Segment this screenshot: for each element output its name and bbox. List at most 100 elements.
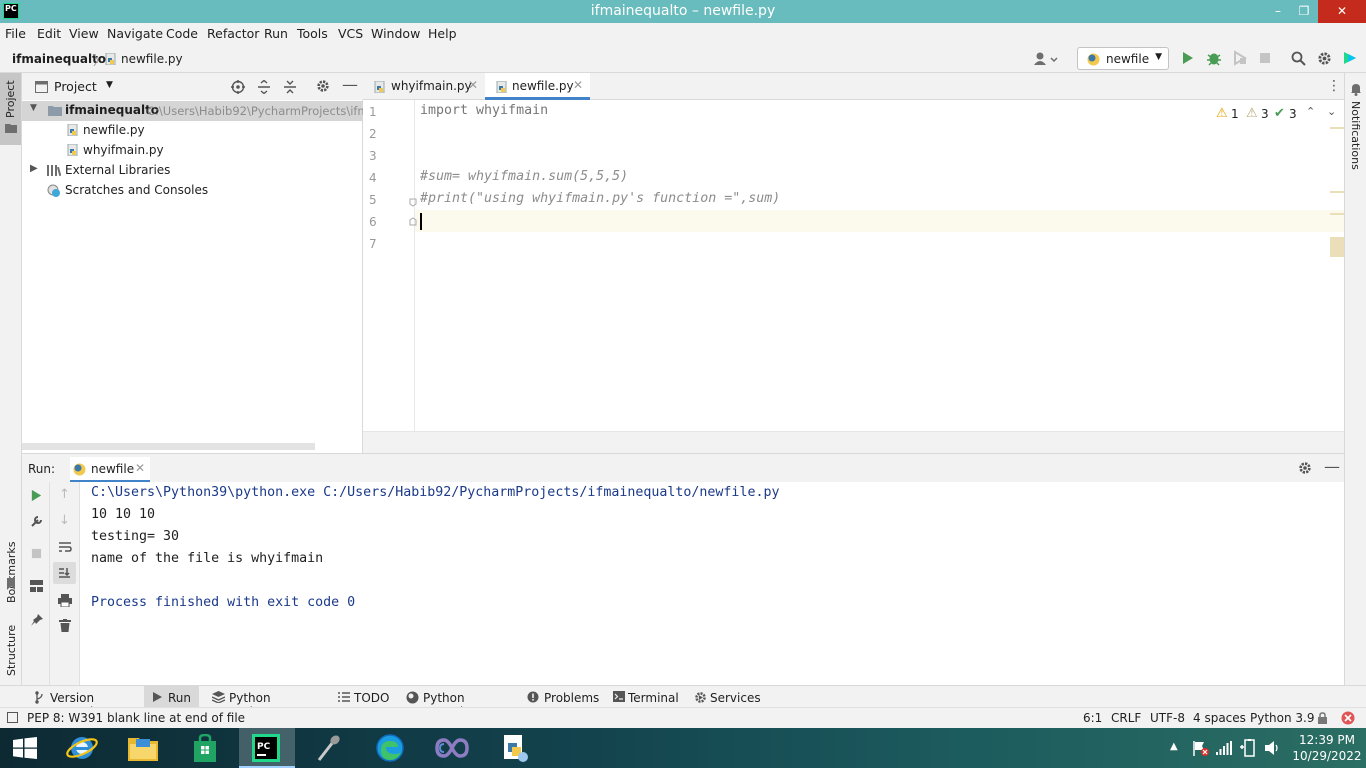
locate-file-icon[interactable] <box>231 80 245 94</box>
menu-help[interactable]: Help <box>428 26 457 41</box>
run-settings-gear-icon[interactable] <box>1298 461 1312 475</box>
caret-position[interactable]: 6:1 <box>1083 711 1102 725</box>
taskbar-store[interactable] <box>177 728 233 768</box>
breadcrumb-file[interactable]: newfile.py <box>121 52 183 66</box>
scroll-to-end-toggle[interactable] <box>53 562 76 584</box>
search-icon[interactable] <box>1291 51 1306 66</box>
panel-settings-gear-icon[interactable] <box>316 79 330 93</box>
indent-setting[interactable]: 4 spaces <box>1193 711 1246 725</box>
menu-refactor[interactable]: Refactor <box>207 26 259 41</box>
menu-navigate[interactable]: Navigate <box>107 26 163 41</box>
taskbar-pycharm[interactable]: PC <box>239 728 295 768</box>
menu-window[interactable]: Window <box>371 26 420 41</box>
scroll-up-arrow-icon[interactable]: ↑ <box>59 487 70 502</box>
taskbar-visual-studio[interactable] <box>425 728 481 768</box>
error-stripe-mark[interactable] <box>1330 127 1344 129</box>
run-icon[interactable] <box>1181 51 1195 65</box>
print-icon[interactable] <box>58 594 72 607</box>
account-icon[interactable] <box>1033 51 1059 67</box>
notifications-strip-label[interactable]: Notifications <box>1349 101 1362 170</box>
run-console-output[interactable]: C:\Users\Python39\python.exe C:/Users/Ha… <box>80 482 1344 685</box>
line-separator[interactable]: CRLF <box>1111 711 1141 725</box>
menu-code[interactable]: Code <box>166 26 198 41</box>
tool-terminal[interactable]: Terminal <box>608 686 680 708</box>
tab-whyifmain[interactable]: whyifmain.py ✕ <box>363 73 485 100</box>
file-encoding[interactable]: UTF-8 <box>1150 711 1185 725</box>
clear-trash-icon[interactable] <box>59 619 71 632</box>
run-configuration-select[interactable]: newfile ▼ <box>1077 47 1169 70</box>
close-tab-icon[interactable]: ✕ <box>468 78 478 92</box>
tree-expanded-chevron-icon[interactable]: ▼ <box>30 103 37 113</box>
tool-run[interactable]: Run <box>144 686 199 708</box>
signal-strength-icon[interactable] <box>1216 741 1232 755</box>
tool-python-console[interactable]: Python Console <box>402 686 512 719</box>
tree-external-libraries-row[interactable]: ▶ External Libraries <box>22 161 363 181</box>
menu-file[interactable]: File <box>5 26 26 41</box>
taskbar-python-installer[interactable] <box>487 728 543 768</box>
more-tabs-icon[interactable]: ⋮ <box>1327 78 1341 94</box>
lock-icon[interactable] <box>1317 712 1328 724</box>
status-panel-toggle-icon[interactable] <box>7 712 18 723</box>
battery-plugged-icon[interactable] <box>1240 739 1256 757</box>
editor[interactable]: whyifmain.py ✕ newfile.py ✕ ⋮ 1 2 3 4 5 … <box>363 73 1344 431</box>
network-flag-icon[interactable] <box>1192 740 1210 756</box>
error-stripe-mark[interactable] <box>1330 213 1344 215</box>
maximize-button[interactable]: ❐ <box>1291 0 1317 23</box>
tree-root-row[interactable]: ▼ ifmainequalto C:\Users\Habib92\Pycharm… <box>22 101 376 121</box>
tool-todo[interactable]: TODO <box>333 686 393 708</box>
menu-edit[interactable]: Edit <box>37 26 61 41</box>
settings-gear-icon[interactable] <box>1317 51 1332 66</box>
close-button[interactable]: ✕ <box>1318 0 1366 23</box>
next-highlight-icon[interactable]: ⌄ <box>1327 105 1336 118</box>
scroll-down-arrow-icon[interactable]: ↓ <box>59 513 70 528</box>
tree-collapsed-chevron-icon[interactable]: ▶ <box>30 163 38 174</box>
tree-scratches-row[interactable]: Scratches and Consoles <box>22 181 363 201</box>
previous-highlight-icon[interactable]: ⌃ <box>1306 105 1315 118</box>
tool-services[interactable]: Services <box>690 686 761 708</box>
error-stripe-mark[interactable] <box>1330 237 1344 257</box>
taskbar-internet-explorer[interactable] <box>54 728 110 768</box>
stop-icon[interactable] <box>1259 52 1271 64</box>
menu-run[interactable]: Run <box>264 26 288 41</box>
menu-tools[interactable]: Tools <box>297 26 328 41</box>
tree-file-row[interactable]: whyifmain.py <box>22 141 363 161</box>
status-message[interactable]: PEP 8: W391 blank line at end of file <box>27 711 245 725</box>
pin-icon[interactable] <box>30 613 44 627</box>
project-tool-button[interactable]: Project <box>0 73 21 145</box>
start-button[interactable] <box>0 728 50 768</box>
taskbar-clock[interactable]: 12:39 PM 10/29/2022 <box>1292 732 1362 764</box>
hide-panel-icon[interactable]: — <box>342 75 358 94</box>
minimize-button[interactable]: – <box>1265 0 1291 23</box>
collapse-all-icon[interactable] <box>283 80 297 94</box>
bookmarks-strip-label[interactable]: Bookmarks <box>5 542 18 603</box>
notifications-bell-icon[interactable] <box>1350 83 1362 96</box>
debug-icon[interactable] <box>1206 50 1222 66</box>
layout-icon[interactable] <box>30 580 43 592</box>
error-report-icon[interactable] <box>1341 711 1355 725</box>
close-tab-icon[interactable]: ✕ <box>573 78 583 92</box>
jetbrains-toolbox-icon[interactable] <box>1342 50 1358 66</box>
taskbar-file-explorer[interactable] <box>115 728 171 768</box>
project-panel-title[interactable]: Project <box>54 79 97 94</box>
taskbar-edge[interactable] <box>363 728 419 768</box>
expand-all-icon[interactable] <box>257 80 271 94</box>
run-tab-newfile[interactable]: newfile ✕ <box>70 457 150 483</box>
fold-marker-icon[interactable] <box>409 198 417 226</box>
soft-wrap-icon[interactable] <box>58 541 72 554</box>
project-view-chevron-icon[interactable]: ▼ <box>106 80 113 90</box>
tool-problems[interactable]: Problems <box>523 686 599 708</box>
stop-run-icon[interactable] <box>31 548 42 559</box>
tool-python-packages[interactable]: Python Packages <box>206 686 321 719</box>
horizontal-scrollbar[interactable] <box>22 443 315 450</box>
tool-version-control[interactable]: Version Control <box>28 686 138 719</box>
show-hidden-icons-icon[interactable]: ▲ <box>1170 741 1178 752</box>
hide-run-panel-icon[interactable]: — <box>1324 457 1340 476</box>
run-with-coverage-icon[interactable] <box>1232 50 1248 66</box>
close-run-tab-icon[interactable]: ✕ <box>135 461 145 475</box>
tab-newfile[interactable]: newfile.py ✕ <box>485 73 590 100</box>
taskbar-microphone-app[interactable] <box>301 728 357 768</box>
volume-speaker-icon[interactable] <box>1264 740 1280 756</box>
error-stripe-mark[interactable] <box>1330 191 1344 193</box>
python-interpreter[interactable]: Python 3.9 <box>1250 711 1315 725</box>
tree-file-row[interactable]: newfile.py <box>22 121 363 141</box>
